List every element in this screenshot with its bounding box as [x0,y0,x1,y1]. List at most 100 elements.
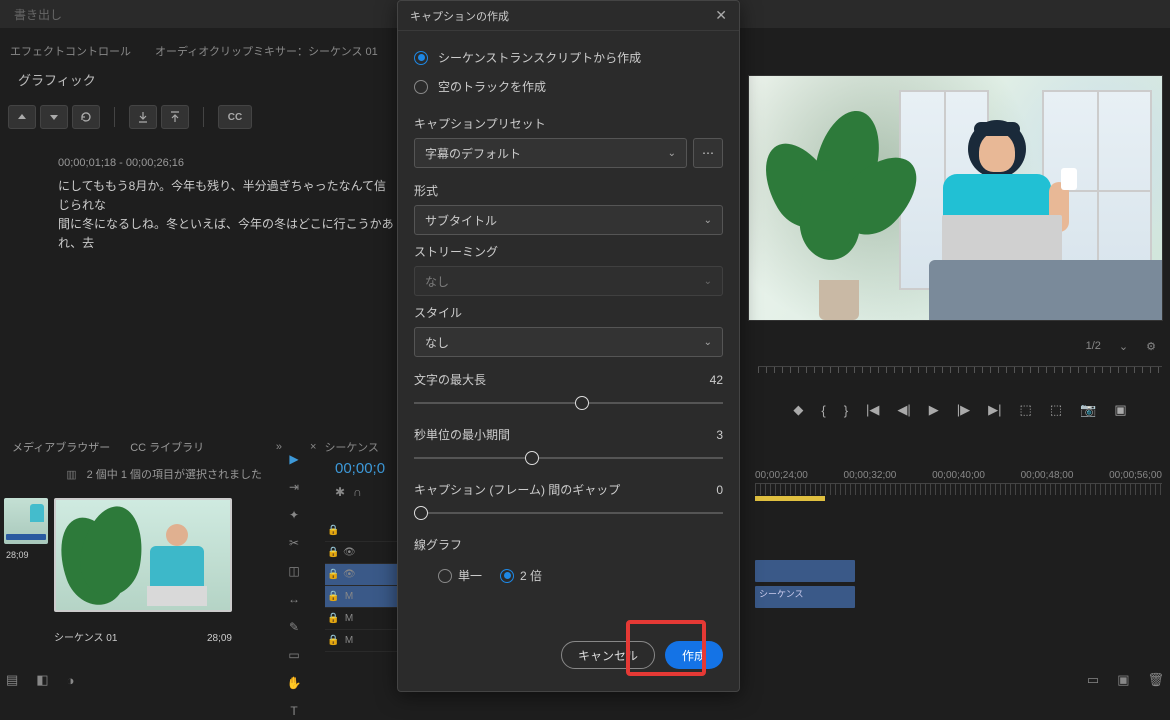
program-time-ruler[interactable] [758,366,1162,382]
gap-value[interactable]: 0 [716,483,723,497]
refresh-button[interactable] [72,105,100,129]
radio-icon [438,569,452,583]
max-length-slider[interactable] [414,394,723,412]
dialog-title: キャプションの作成 [410,8,509,24]
cc-button[interactable]: CC [218,105,252,129]
graphic-panel-tab[interactable]: グラフィック [0,70,300,94]
separator [203,107,204,127]
type-tool-icon[interactable]: T [290,702,297,720]
arrow-up-button[interactable] [8,105,36,129]
go-to-out-icon[interactable]: ▶| [988,402,1001,418]
sort-icon[interactable]: ◑ [67,673,75,688]
step-back-icon[interactable]: ◀| [897,402,910,418]
timeline-timecode[interactable]: 00;00;0 [335,460,385,477]
track-header[interactable]: 🔒👁 [325,564,400,586]
preset-select[interactable]: 字幕のデフォルト ⌄ [414,138,687,168]
workspace-label: 書き出し [14,6,62,23]
track-header[interactable]: 🔒M [325,586,400,608]
preset-options-button[interactable]: ⋯ [693,138,723,168]
audio-clip[interactable]: シーケンス [755,586,855,608]
min-duration-value[interactable]: 3 [716,428,723,442]
format-select[interactable]: サブタイトル ⌄ [414,205,723,235]
track-header[interactable]: 🔒 [325,520,400,542]
timeline-clips: シーケンス [755,560,855,612]
gap-label: キャプション (フレーム) 間のギャップ [414,481,620,498]
line-graph-label: 線グラフ [414,536,723,553]
style-select[interactable]: なし ⌄ [414,327,723,357]
lift-icon[interactable]: ⬚ [1020,402,1032,418]
separator [114,107,115,127]
mark-out-icon[interactable]: } [844,403,848,418]
tab-close-icon[interactable]: × [310,441,316,453]
video-clip[interactable] [755,560,855,582]
export-frame-icon[interactable]: 📷 [1080,402,1096,418]
list-view-icon[interactable]: ▤ [6,672,18,688]
plant-decoration [769,100,919,320]
gap-slider[interactable] [414,504,723,522]
format-label: 形式 [414,182,723,199]
line-double-radio[interactable]: 2 倍 [500,567,542,584]
bin-item[interactable]: 28;09 [4,498,48,560]
settings-icon[interactable]: ⚙ [1146,340,1156,353]
slip-tool-icon[interactable]: ↔ [288,590,300,608]
line-single-radio[interactable]: 単一 [438,567,482,584]
track-header[interactable]: 🔒M [325,608,400,630]
bin-icon[interactable]: ▥ [66,468,76,481]
track-header[interactable]: 🔒👁 [325,542,400,564]
rate-stretch-tool-icon[interactable]: ✂ [289,534,299,552]
max-length-value[interactable]: 42 [710,373,723,387]
transcript-segment[interactable]: 00;00;01;18 - 00;00;26;16 にしてももう8月か。今年も残… [58,155,398,253]
create-button[interactable]: 作成 [665,641,723,669]
extract-icon[interactable]: ⬚ [1050,402,1062,418]
tab-cc-library[interactable]: CC ライブラリ [130,439,204,455]
chevron-down-icon[interactable]: ⌄ [1119,340,1128,353]
arrow-down-button[interactable] [40,105,68,129]
go-to-in-icon[interactable]: |◀ [866,402,879,418]
new-bin-icon[interactable]: ▭ [1087,672,1099,688]
magnet-icon[interactable]: ∩ [353,485,362,499]
bin-item-selected[interactable]: シーケンス 01 28;09 [54,498,232,628]
min-duration-label: 秒単位の最小期間 [414,426,510,443]
timeline-tab[interactable]: × シーケンス [310,435,410,459]
snap-icon[interactable]: ✱ [335,485,345,499]
track-headers: 🔒 🔒👁 🔒👁 🔒M 🔒M 🔒M [325,520,400,652]
radio-from-transcript[interactable]: シーケンストランスクリプトから作成 [414,43,723,72]
item-duration: 28;09 [6,550,29,560]
merge-up-button[interactable] [161,105,189,129]
track-select-tool-icon[interactable]: ⇥ [289,478,299,496]
tab-effect-controls[interactable]: エフェクトコントロール [10,43,131,59]
pen-tool-icon[interactable]: ✎ [289,618,299,636]
timeline-ruler[interactable]: 00;00;24;00 00;00;32;00 00;00;40;00 00;0… [755,470,1162,500]
add-marker-icon[interactable]: ◆ [793,402,803,418]
cancel-button[interactable]: キャンセル [561,641,655,669]
merge-down-button[interactable] [129,105,157,129]
timeline-tools: ▶ ⇥ ✦ ✂ ◫ ↔ ✎ ▭ ✋ T [282,450,306,720]
ruler-tick: 00;00;24;00 [755,470,808,481]
rectangle-tool-icon[interactable]: ▭ [288,646,299,664]
mark-in-icon[interactable]: { [821,403,825,418]
max-length-label: 文字の最大長 [414,371,486,388]
sequence-tab-label: シーケンス [324,439,378,455]
zoom-level[interactable]: 1/2 [1086,340,1101,352]
segment-timecode: 00;00;01;18 - 00;00;26;16 [58,155,398,173]
selection-tool-icon[interactable]: ▶ [289,450,298,468]
close-icon[interactable]: ✕ [715,7,727,24]
program-monitor[interactable] [748,75,1163,321]
tab-media-browser[interactable]: メディアブラウザー [12,439,110,455]
razor-tool-icon[interactable]: ◫ [288,562,299,580]
new-item-icon[interactable]: ▣ [1117,672,1129,688]
timeline-options: ✱ ∩ [335,485,362,499]
play-icon[interactable]: ▶ [929,402,939,418]
hand-tool-icon[interactable]: ✋ [287,674,302,692]
segment-text-line: 間に冬になるしね。冬といえば、今年の冬はどこに行こうかあれ、去 [58,215,398,253]
freeform-icon[interactable]: ◧ [36,672,48,688]
comparison-icon[interactable]: ▣ [1114,402,1126,418]
ruler-tick: 00;00;40;00 [932,470,985,481]
tab-audio-clip-mixer[interactable]: オーディオクリップミキサー：シーケンス 01 [155,43,378,59]
radio-empty-track[interactable]: 空のトラックを作成 [414,72,723,101]
ripple-tool-icon[interactable]: ✦ [289,506,299,524]
step-forward-icon[interactable]: |▶ [957,402,970,418]
track-header[interactable]: 🔒M [325,630,400,652]
min-duration-slider[interactable] [414,449,723,467]
trash-icon[interactable]: 🗑 [1147,672,1164,688]
